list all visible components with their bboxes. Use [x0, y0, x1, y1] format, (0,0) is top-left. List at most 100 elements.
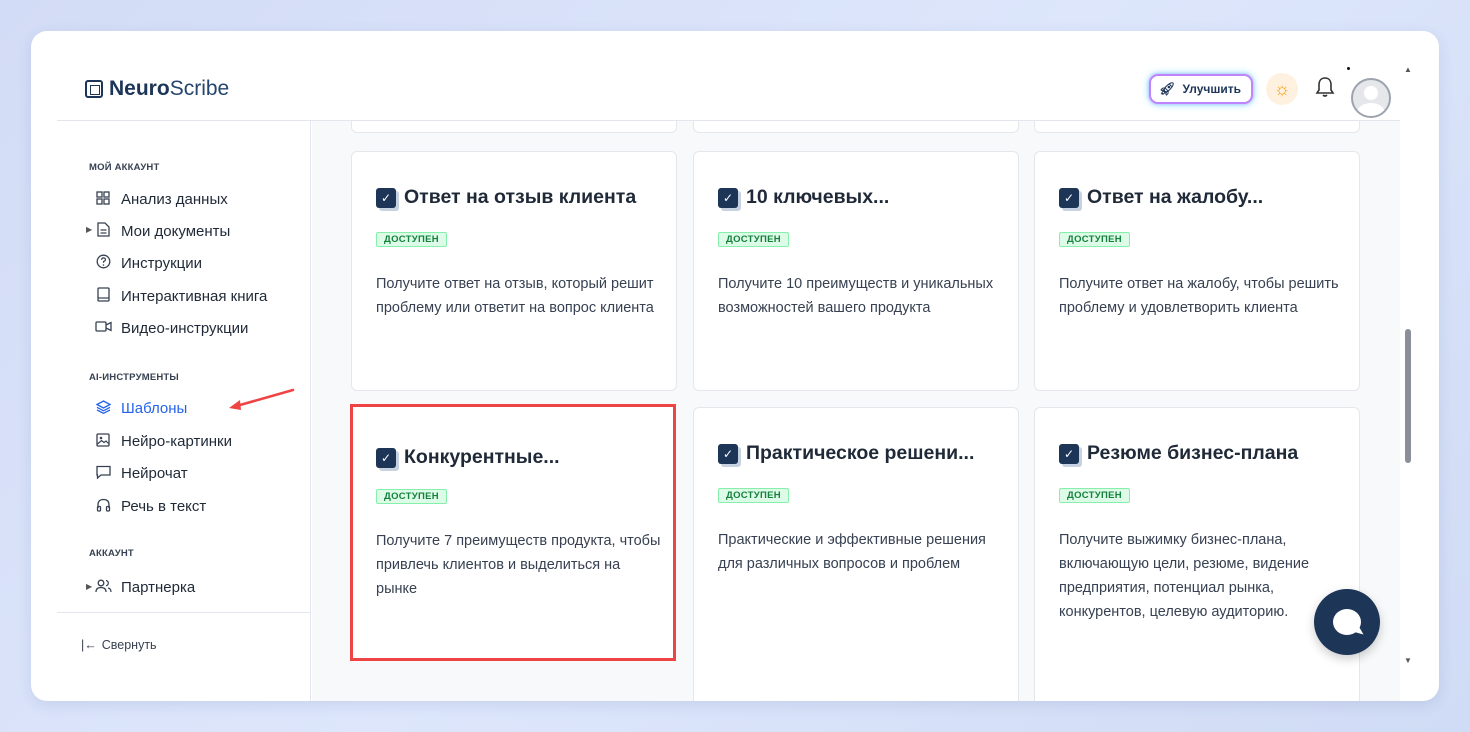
section-title-account: АККАУНТ — [89, 548, 134, 559]
sidebar-item-partner[interactable]: Партнерка — [95, 576, 195, 598]
rocket-icon: 🚀︎ — [1159, 81, 1176, 96]
collapse-arrow-icon: |← — [81, 638, 97, 652]
template-card[interactable]: ✓ Резюме бизнес-плана ДОСТУПЕН Получите … — [1034, 407, 1360, 701]
status-badge: ДОСТУПЕН — [376, 489, 447, 504]
checkbox-icon: ✓ — [376, 187, 396, 208]
template-card-partial[interactable] — [693, 121, 1019, 133]
logo-text-light: Scribe — [169, 77, 230, 100]
template-card[interactable]: ✓ Ответ на отзыв клиента ДОСТУПЕН Получи… — [351, 151, 677, 391]
help-circle-icon — [95, 254, 111, 272]
book-icon — [95, 287, 111, 305]
user-avatar[interactable] — [1351, 78, 1391, 118]
card-description: Получите 7 преимуществ продукта, чтобы п… — [376, 533, 661, 597]
card-title: ✓ Практическое решени... — [718, 442, 974, 465]
sidebar-item-label: Анализ данных — [121, 190, 228, 208]
sidebar-item-label: Нейро-картинки — [121, 432, 232, 450]
card-description: Получите выжимку бизнес-плана, включающу… — [1059, 532, 1310, 620]
notification-dot — [1347, 67, 1350, 70]
checkbox-icon: ✓ — [718, 443, 738, 464]
card-title-text: Практическое решени... — [746, 442, 975, 464]
layers-icon — [95, 399, 111, 417]
card-title: ✓ Ответ на отзыв клиента — [376, 186, 636, 209]
status-badge: ДОСТУПЕН — [1059, 488, 1130, 503]
sidebar-item-label: Нейрочат — [121, 464, 188, 482]
template-card-highlighted[interactable]: ✓ Конкурентные... ДОСТУПЕН Получите 7 пр… — [350, 404, 676, 661]
headphones-icon — [95, 498, 111, 515]
theme-toggle-sun-icon[interactable]: ☼ — [1266, 73, 1298, 105]
sidebar-item-neurochat[interactable]: Нейрочат — [95, 462, 188, 484]
template-card[interactable]: ✓ Ответ на жалобу... ДОСТУПЕН Получите о… — [1034, 151, 1360, 391]
sidebar-item-interactive-book[interactable]: Интерактивная книга — [95, 285, 267, 307]
sidebar-divider — [57, 612, 311, 613]
image-icon — [95, 432, 111, 450]
templates-grid: ✓ Ответ на отзыв клиента ДОСТУПЕН Получи… — [312, 121, 1400, 701]
support-chat-button[interactable] — [1314, 589, 1380, 655]
vertical-scrollbar[interactable]: ▲ ▼ — [1401, 61, 1415, 681]
expand-caret-icon[interactable]: ▶ — [86, 582, 92, 591]
card-title-text: 10 ключевых... — [746, 186, 890, 208]
template-card[interactable]: ✓ Практическое решени... ДОСТУПЕН Практи… — [693, 407, 1019, 701]
sidebar-item-label: Видео-инструкции — [121, 319, 249, 337]
scrollbar-thumb[interactable] — [1405, 329, 1411, 463]
sidebar-item-label: Шаблоны — [121, 399, 188, 417]
sidebar-item-instructions[interactable]: Инструкции — [95, 252, 202, 274]
status-badge: ДОСТУПЕН — [718, 488, 789, 503]
logo-icon — [85, 80, 103, 98]
scroll-down-arrow-icon[interactable]: ▼ — [1404, 656, 1412, 665]
chat-bubble-icon — [1333, 609, 1361, 635]
card-title: ✓ Конкурентные... — [376, 446, 560, 469]
collapse-label: Свернуть — [101, 638, 157, 652]
checkbox-icon: ✓ — [376, 447, 396, 468]
template-card-partial[interactable] — [351, 121, 677, 133]
card-title-text: Ответ на жалобу... — [1087, 186, 1264, 208]
card-title: ✓ 10 ключевых... — [718, 186, 889, 209]
template-card-partial[interactable] — [1034, 121, 1360, 133]
notifications-bell-icon[interactable] — [1315, 76, 1335, 104]
checkbox-icon: ✓ — [1059, 443, 1079, 464]
video-icon — [95, 320, 112, 336]
status-badge: ДОСТУПЕН — [1059, 232, 1130, 247]
sidebar-item-label: Партнерка — [121, 578, 196, 596]
expand-caret-icon[interactable]: ▶ — [86, 225, 92, 234]
card-title: ✓ Резюме бизнес-плана — [1059, 442, 1298, 465]
card-title: ✓ Ответ на жалобу... — [1059, 186, 1263, 209]
sidebar-item-neuro-images[interactable]: Нейро-картинки — [95, 430, 232, 452]
grid-icon — [95, 190, 111, 208]
annotation-arrow — [229, 388, 295, 410]
section-title-ai-tools: AI-ИНСТРУМЕНТЫ — [89, 372, 179, 383]
sidebar-item-label: Инструкции — [121, 254, 203, 272]
logo[interactable]: Neuro Scribe — [85, 77, 229, 101]
section-title-my-account: МОЙ АККАУНТ — [89, 162, 160, 173]
card-title-text: Резюме бизнес-плана — [1087, 442, 1299, 464]
card-description: Получите ответ на жалобу, чтобы решить п… — [1059, 276, 1339, 316]
card-description: Получите 10 преимуществ и уникальных воз… — [718, 276, 994, 316]
upgrade-button[interactable]: 🚀︎ Улучшить — [1149, 74, 1253, 104]
document-icon — [95, 222, 111, 240]
status-badge: ДОСТУПЕН — [718, 232, 789, 247]
card-title-text: Ответ на отзыв клиента — [404, 186, 637, 208]
upgrade-label: Улучшить — [1182, 82, 1241, 96]
sidebar-item-templates[interactable]: Шаблоны — [95, 397, 187, 419]
sidebar-item-my-documents[interactable]: Мои документы — [95, 220, 230, 242]
card-title-text: Конкурентные... — [404, 446, 560, 468]
chat-icon — [95, 465, 111, 482]
sidebar-item-data-analysis[interactable]: Анализ данных — [95, 188, 228, 210]
sidebar-item-label: Речь в текст — [121, 497, 207, 515]
scroll-up-arrow-icon[interactable]: ▲ — [1404, 65, 1412, 74]
template-card[interactable]: ✓ 10 ключевых... ДОСТУПЕН Получите 10 пр… — [693, 151, 1019, 391]
app-window: Neuro Scribe 🚀︎ Улучшить ☼ МОЙ АККАУНТ Ан… — [31, 31, 1439, 701]
sidebar-item-video-instructions[interactable]: Видео-инструкции — [95, 317, 248, 339]
sidebar: МОЙ АККАУНТ Анализ данных ▶ Мои документ… — [57, 121, 311, 701]
collapse-sidebar-button[interactable]: |← Свернуть — [81, 638, 157, 652]
status-badge: ДОСТУПЕН — [376, 232, 447, 247]
card-description: Получите ответ на отзыв, который решит п… — [376, 276, 654, 316]
card-description: Практические и эффективные решения для р… — [718, 532, 986, 572]
top-header: Neuro Scribe 🚀︎ Улучшить ☼ — [57, 31, 1400, 121]
checkbox-icon: ✓ — [718, 187, 738, 208]
logo-text-bold: Neuro — [109, 77, 170, 100]
sidebar-item-label: Интерактивная книга — [121, 287, 268, 305]
sidebar-item-label: Мои документы — [121, 222, 231, 240]
checkbox-icon: ✓ — [1059, 187, 1079, 208]
users-icon — [95, 579, 112, 596]
sidebar-item-speech-to-text[interactable]: Речь в текст — [95, 495, 206, 517]
